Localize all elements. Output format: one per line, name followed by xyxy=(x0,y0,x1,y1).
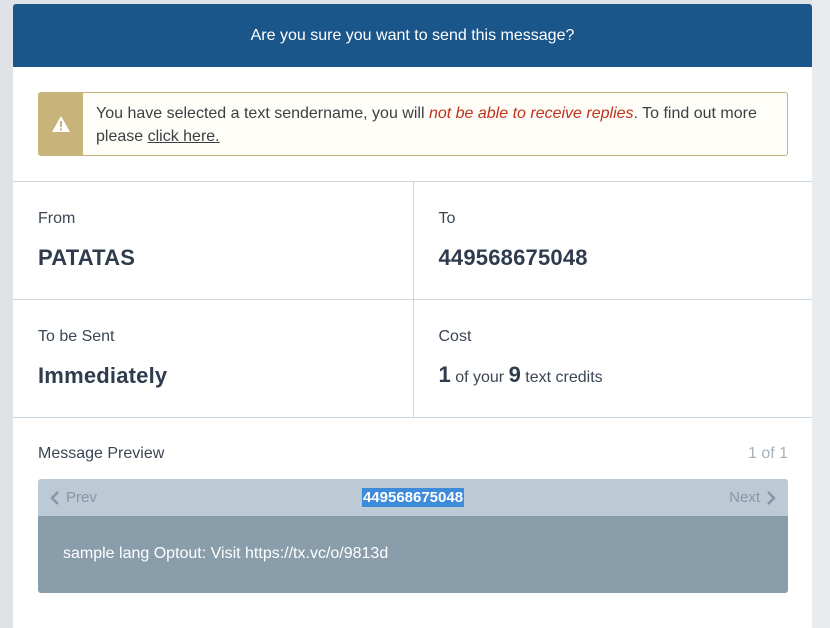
send-time-value: Immediately xyxy=(38,363,168,388)
cost-label: Cost xyxy=(438,328,472,345)
preview-page-count: 1 of 1 xyxy=(747,445,788,462)
preview-title: Message Preview xyxy=(38,445,165,462)
preview-nav-bar: Prev 449568675048 Next xyxy=(38,479,788,516)
message-text: sample lang Optout: Visit https://tx.vc/… xyxy=(63,545,389,562)
sendername-warning: You have selected a text sendername, you… xyxy=(38,92,788,156)
chevron-left-icon xyxy=(50,490,59,505)
cost-amount: 1 xyxy=(438,362,451,387)
warning-emphasis: not be able to receive replies xyxy=(428,105,634,122)
preview-recipient[interactable]: 449568675048 xyxy=(361,488,465,507)
send-time-label: To be Sent xyxy=(38,328,115,345)
message-preview-body: sample lang Optout: Visit https://tx.vc/… xyxy=(38,516,788,593)
cost-cell: Cost 1 of your 9 text credits xyxy=(412,300,813,417)
to-cell: To 449568675048 xyxy=(412,182,813,299)
from-label: From xyxy=(38,210,76,227)
modal-header: Are you sure you want to send this messa… xyxy=(13,4,812,67)
backdrop xyxy=(812,0,830,628)
chevron-right-icon xyxy=(767,490,776,505)
to-label: To xyxy=(438,210,456,227)
cost-value: 1 of your 9 text credits xyxy=(438,362,603,387)
click-here-link[interactable]: click here. xyxy=(148,128,220,145)
message-details: From PATATAS To 449568675048 To be Sent … xyxy=(13,181,812,418)
next-button[interactable]: Next xyxy=(729,489,776,506)
from-value: PATATAS xyxy=(38,245,136,270)
send-time-cell: To be Sent Immediately xyxy=(13,300,413,417)
preview-header: Message Preview 1 of 1 xyxy=(38,445,788,463)
modal-title: Are you sure you want to send this messa… xyxy=(250,26,575,44)
from-cell: From PATATAS xyxy=(13,182,413,299)
warning-message: You have selected a text sendername, you… xyxy=(96,105,757,145)
cost-total: 9 xyxy=(508,362,521,387)
to-value: 449568675048 xyxy=(438,245,588,270)
warning-triangle-icon xyxy=(39,93,83,155)
confirm-send-modal: Are you sure you want to send this messa… xyxy=(13,4,812,628)
prev-button[interactable]: Prev xyxy=(50,489,97,506)
